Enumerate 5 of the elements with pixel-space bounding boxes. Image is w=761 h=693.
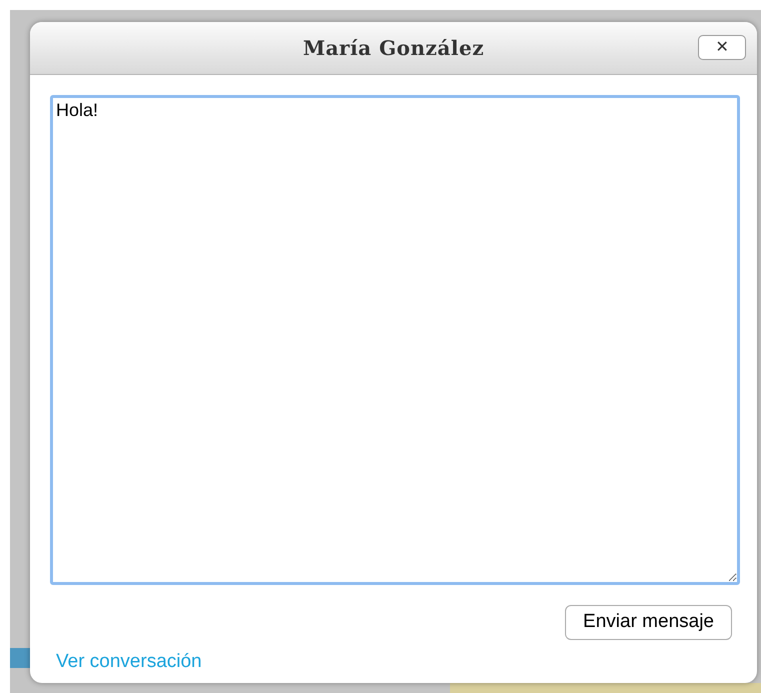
close-button[interactable]: ✕ <box>698 35 746 60</box>
message-field[interactable]: Hola! <box>50 95 740 585</box>
dialog-title: María González <box>302 36 484 60</box>
background-panel <box>10 648 32 668</box>
send-button[interactable]: Enviar mensaje <box>565 605 732 640</box>
